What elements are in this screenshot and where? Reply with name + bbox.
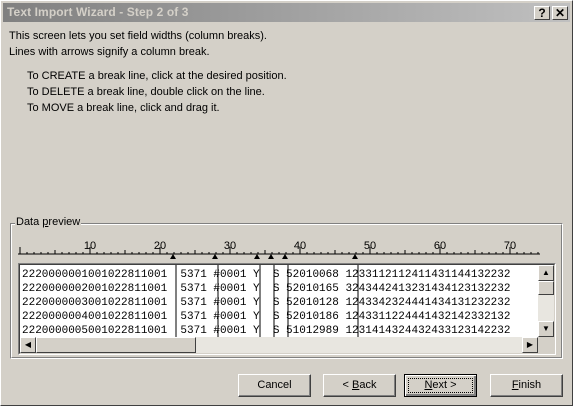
vertical-scroll-thumb[interactable] <box>538 281 554 295</box>
break-arrow-icon[interactable] <box>254 254 260 259</box>
scroll-left-icon[interactable]: ◀ <box>20 337 36 353</box>
break-arrow-icon[interactable] <box>352 254 358 259</box>
title-bar[interactable]: Text Import Wizard - Step 2 of 3 ? ✕ <box>3 3 570 22</box>
text-import-wizard-dialog: Text Import Wizard - Step 2 of 3 ? ✕ Thi… <box>0 0 573 406</box>
break-arrow-icon[interactable] <box>282 254 288 259</box>
scroll-down-icon[interactable]: ▼ <box>538 321 554 337</box>
intro-line-1: This screen lets you set field widths (c… <box>9 30 267 42</box>
finish-button[interactable]: Finish <box>490 374 563 397</box>
back-button[interactable]: < Back <box>323 374 396 397</box>
intro-line-2: Lines with arrows signify a column break… <box>9 46 210 58</box>
horizontal-scrollbar[interactable]: ◀ ▶ <box>20 337 538 353</box>
ruler-label: 40 <box>294 240 306 252</box>
vertical-scrollbar[interactable]: ▲ ▼ <box>538 265 554 337</box>
scrollbar-corner <box>538 337 554 353</box>
ruler-label: 30 <box>224 240 236 252</box>
ruler-label: 10 <box>84 240 96 252</box>
dialog-title: Text Import Wizard - Step 2 of 3 <box>7 5 189 19</box>
break-arrow-icon[interactable] <box>170 254 176 259</box>
scroll-up-icon[interactable]: ▲ <box>538 265 554 281</box>
break-arrow-icon[interactable] <box>268 254 274 259</box>
ruler-label: 70 <box>504 240 516 252</box>
help-icon: ? <box>538 6 546 20</box>
help-button[interactable]: ? <box>534 6 550 20</box>
column-ruler[interactable]: 10 20 30 40 50 60 70 <box>18 239 540 259</box>
ruler-label: 60 <box>434 240 446 252</box>
instruction-delete: To DELETE a break line, double click on … <box>27 86 265 98</box>
break-lines[interactable] <box>20 265 540 339</box>
break-arrow-icon[interactable] <box>212 254 218 259</box>
instruction-create: To CREATE a break line, click at the des… <box>27 70 287 82</box>
scroll-right-icon[interactable]: ▶ <box>522 337 538 353</box>
close-button[interactable]: ✕ <box>552 6 568 20</box>
instruction-move: To MOVE a break line, click and drag it. <box>27 102 220 114</box>
ruler-label: 50 <box>364 240 376 252</box>
close-icon: ✕ <box>554 6 566 20</box>
next-button[interactable]: Next > <box>404 374 477 397</box>
horizontal-scroll-thumb[interactable] <box>36 337 196 353</box>
data-preview-pane[interactable]: 2220000001001022811001 5371 #0001 Y S 52… <box>18 263 556 355</box>
data-preview-label: Data preview <box>15 216 82 228</box>
cancel-button[interactable]: Cancel <box>238 374 311 397</box>
ruler-label: 20 <box>154 240 166 252</box>
